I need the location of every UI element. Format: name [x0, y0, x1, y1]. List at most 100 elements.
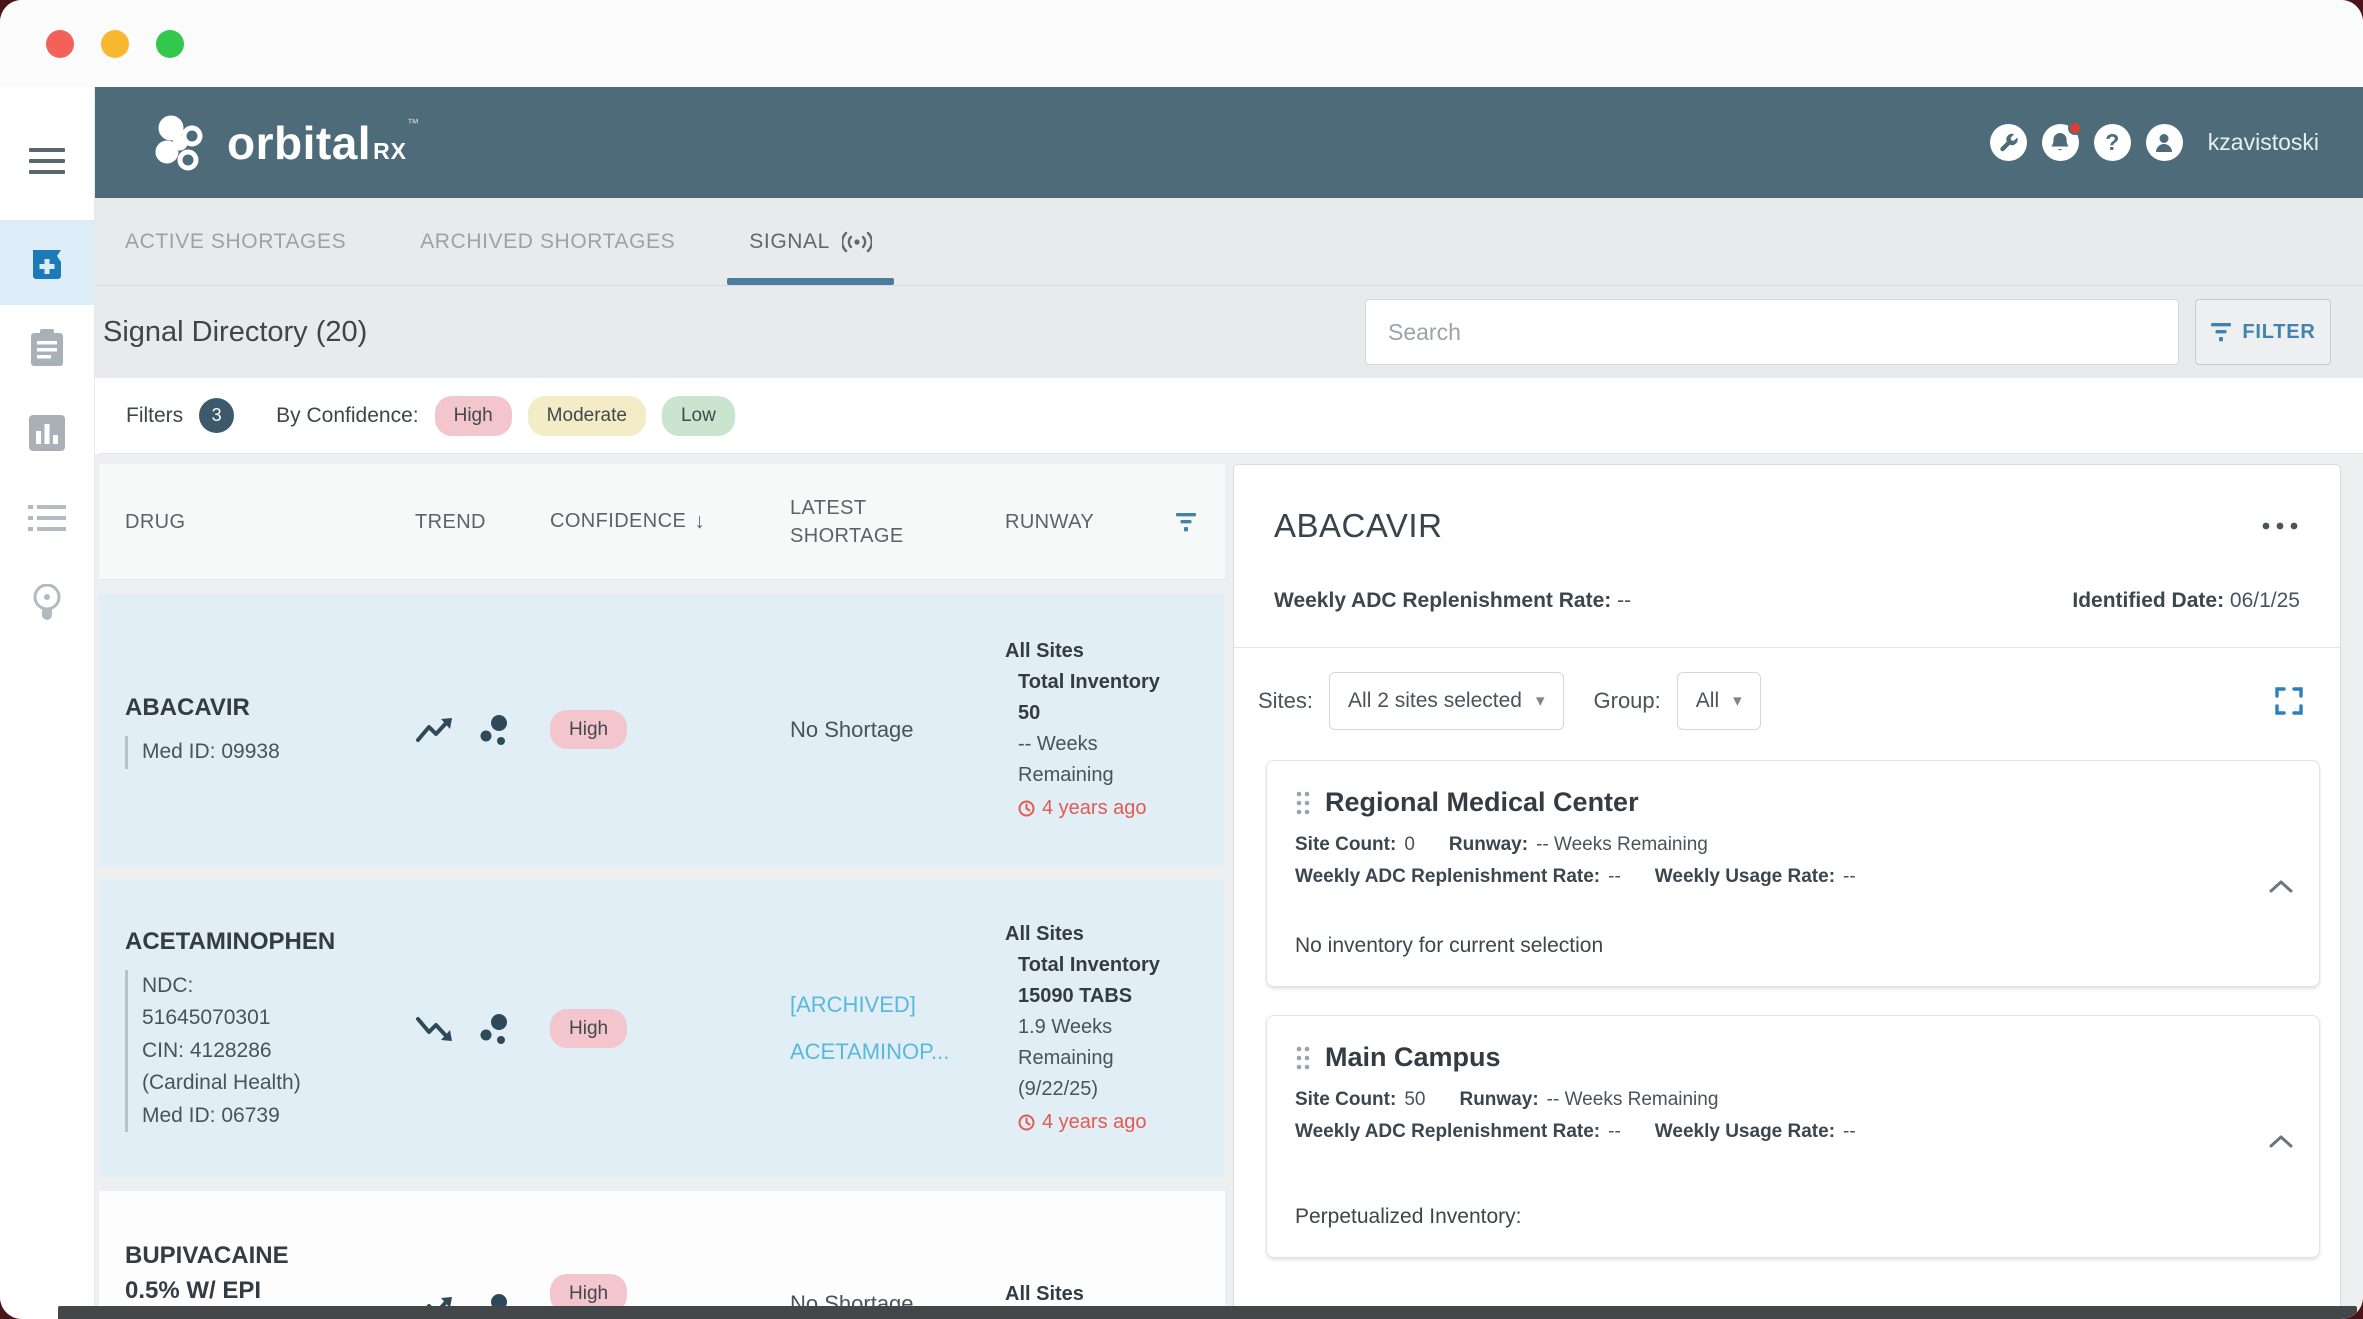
page-title: Signal Directory (20) — [103, 316, 367, 349]
site-card-regional-medical-center: Regional Medical Center Site Count:0 Run… — [1266, 760, 2320, 987]
adc-replenishment-rate: Weekly ADC Replenishment Rate: -- — [1274, 589, 1631, 613]
close-window-button[interactable] — [46, 30, 74, 58]
help-button[interactable]: ? — [2094, 124, 2131, 161]
identified-date: Identified Date: 06/1/25 — [2072, 589, 2300, 613]
funnel-icon — [2210, 322, 2232, 342]
group-label: Group: — [1594, 688, 1661, 714]
filter-pill-high[interactable]: High — [435, 396, 512, 436]
drag-handle-icon[interactable] — [1295, 1045, 1311, 1071]
confidence-cell: High — [550, 719, 790, 741]
site-count: Site Count:50 — [1295, 1089, 1425, 1111]
confidence-badge: High — [550, 710, 627, 749]
collapse-card-button[interactable] — [2269, 1134, 2293, 1153]
maximize-window-button[interactable] — [156, 30, 184, 58]
site-card-message: Perpetualized Inventory: — [1295, 1205, 2249, 1229]
table-row-acetaminophen[interactable]: ACETAMINOPHEN NDC: 51645070301 CIN: 4128… — [99, 880, 1225, 1177]
drug-detail-panel: ABACAVIR Weekly ADC Replenishment Rate: … — [1233, 464, 2341, 1319]
broadcast-icon — [842, 231, 872, 253]
column-filter-button[interactable] — [1175, 512, 1225, 532]
confidence-cell: High — [550, 1283, 790, 1305]
trend-up-icon[interactable] — [415, 714, 457, 746]
notifications-button[interactable] — [2042, 124, 2079, 161]
chevron-down-icon: ▾ — [1733, 691, 1742, 711]
sites-dropdown[interactable]: All 2 sites selected▾ — [1329, 672, 1563, 730]
table-header: DRUG TREND CONFIDENCE ↓ LATEST SHORTAGE … — [99, 464, 1225, 580]
sidebar-item-analytics[interactable] — [0, 390, 94, 475]
notification-badge — [2068, 121, 2082, 135]
help-icon: ? — [2105, 129, 2119, 156]
trend-cell — [415, 712, 550, 748]
content-area: DRUG TREND CONFIDENCE ↓ LATEST SHORTAGE … — [95, 454, 2363, 1319]
settings-button[interactable] — [1990, 124, 2027, 161]
sidebar — [0, 87, 95, 1319]
column-header-runway[interactable]: RUNWAY — [1005, 508, 1175, 536]
table-row-abacavir[interactable]: ABACAVIR Med ID: 09938 High No Shortage — [99, 594, 1225, 866]
funnel-icon — [1175, 512, 1197, 532]
drug-cell: ACETAMINOPHEN NDC: 51645070301 CIN: 4128… — [125, 925, 415, 1133]
user-icon — [2154, 132, 2174, 154]
tab-active-shortages[interactable]: ACTIVE SHORTAGES — [125, 198, 346, 285]
minimize-window-button[interactable] — [101, 30, 129, 58]
kebab-menu-icon — [2260, 521, 2300, 531]
column-header-drug[interactable]: DRUG — [125, 508, 415, 536]
orbitalrx-logo: orbitalRX™ — [147, 110, 419, 176]
scatter-dots-icon[interactable] — [479, 712, 511, 748]
tab-archived-shortages[interactable]: ARCHIVED SHORTAGES — [420, 198, 675, 285]
hamburger-menu-icon[interactable] — [29, 123, 65, 198]
site-adc-rate: Weekly ADC Replenishment Rate:-- — [1295, 1121, 1621, 1143]
more-options-button[interactable] — [2260, 521, 2300, 531]
site-card-title: Main Campus — [1325, 1042, 1501, 1073]
clock-icon — [1018, 800, 1035, 817]
site-card-title: Regional Medical Center — [1325, 787, 1639, 818]
filter-pill-moderate[interactable]: Moderate — [528, 396, 646, 436]
tab-bar: ACTIVE SHORTAGES ARCHIVED SHORTAGES SIGN… — [95, 198, 2363, 286]
latest-shortage-cell: No Shortage — [790, 717, 1005, 743]
search-input[interactable] — [1365, 299, 2179, 365]
site-usage-rate: Weekly Usage Rate:-- — [1655, 1121, 1856, 1143]
confidence-cell: High — [550, 1018, 790, 1040]
scatter-dots-icon[interactable] — [479, 1011, 511, 1047]
applied-filters-bar: Filters 3 By Confidence: High Moderate L… — [99, 378, 2363, 454]
expand-fullscreen-button[interactable] — [2274, 686, 2304, 716]
logo-rx: RX — [373, 138, 407, 164]
sidebar-item-medication[interactable] — [0, 220, 94, 305]
trend-cell — [415, 1011, 550, 1047]
detail-title: ABACAVIR — [1274, 507, 1442, 545]
confidence-badge: High — [550, 1009, 627, 1048]
app-header: orbitalRX™ ? — [95, 87, 2363, 198]
archived-shortage-link[interactable]: [ARCHIVED] ACETAMINOP... — [790, 982, 1005, 1074]
bottom-scrollbar[interactable] — [58, 1306, 2357, 1319]
shortage-age: 4 years ago — [1018, 793, 1175, 824]
site-count: Site Count:0 — [1295, 834, 1415, 856]
sort-descending-icon[interactable]: ↓ — [694, 507, 705, 536]
drug-cell: ABACAVIR Med ID: 09938 — [125, 691, 415, 768]
filters-count-badge: 3 — [199, 398, 234, 433]
chevron-down-icon: ▾ — [1536, 691, 1545, 711]
sidebar-item-insights[interactable] — [0, 560, 94, 645]
table-row-bupivacaine[interactable]: BUPIVACAINE 0.5% W/ EPI 1:200,000 High N… — [99, 1191, 1225, 1319]
account-button[interactable] — [2146, 124, 2183, 161]
site-selection-row: Sites: All 2 sites selected▾ Group: All▾ — [1234, 648, 2340, 754]
column-header-trend[interactable]: TREND — [415, 508, 550, 536]
filter-pill-low[interactable]: Low — [662, 396, 735, 436]
group-dropdown[interactable]: All▾ — [1677, 672, 1761, 730]
logo-wordmark: orbital — [227, 117, 371, 169]
app-window: orbitalRX™ ? — [0, 0, 2363, 1319]
username: kzavistoski — [2208, 129, 2319, 156]
list-icon — [28, 504, 66, 532]
filter-button[interactable]: FILTER — [2195, 299, 2331, 365]
sites-label: Sites: — [1258, 688, 1313, 714]
filter-button-label: FILTER — [2242, 321, 2315, 344]
drag-handle-icon[interactable] — [1295, 790, 1311, 816]
sidebar-item-clipboard[interactable] — [0, 305, 94, 390]
column-header-latest-shortage[interactable]: LATEST SHORTAGE — [790, 494, 920, 550]
sidebar-item-list[interactable] — [0, 475, 94, 560]
drug-details: NDC: 51645070301 CIN: 4128286 (Cardinal … — [125, 970, 415, 1133]
drug-name: ACETAMINOPHEN — [125, 925, 415, 960]
collapse-card-button[interactable] — [2269, 879, 2293, 898]
trend-down-icon[interactable] — [415, 1013, 457, 1045]
tab-signal[interactable]: SIGNAL — [749, 198, 872, 285]
shortage-age: 4 years ago — [1018, 1107, 1175, 1138]
site-adc-rate: Weekly ADC Replenishment Rate:-- — [1295, 866, 1621, 888]
column-header-confidence[interactable]: CONFIDENCE ↓ — [550, 507, 790, 536]
